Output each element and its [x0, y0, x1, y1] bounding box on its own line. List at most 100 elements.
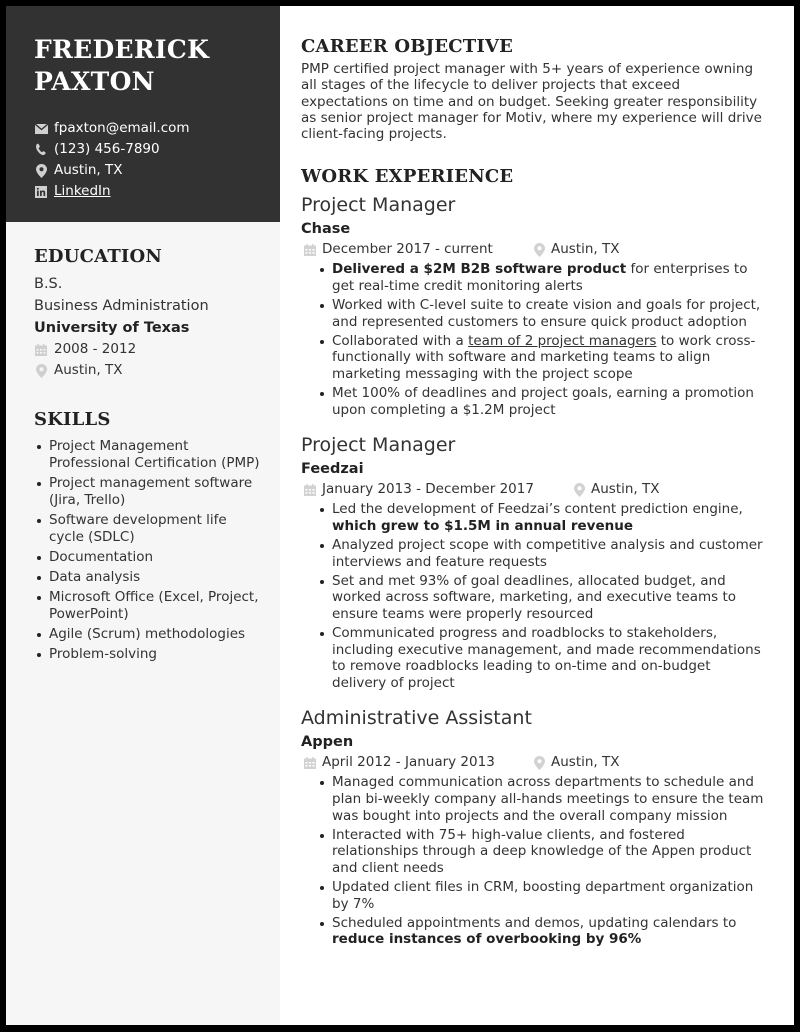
skill-item: Project management software (Jira, Trell…	[37, 475, 262, 509]
job-dates: January 2013 - December 2017	[322, 481, 534, 498]
header-panel: FREDERICK PAXTON fpaxton@email.com (123)…	[6, 6, 280, 222]
job-bullets: Managed communication across departments…	[301, 774, 766, 947]
bullet-text: Set and met 93% of goal deadlines, alloc…	[332, 572, 736, 622]
job-bullet: Interacted with 75+ high-value clients, …	[320, 826, 766, 877]
job-title: Project Manager	[301, 194, 456, 217]
map-pin-icon	[34, 363, 48, 378]
linkedin-link[interactable]: LinkedIn	[54, 181, 111, 202]
contact-location: Austin, TX	[34, 160, 280, 181]
map-pin-icon	[532, 755, 546, 770]
education-major: Business Administration	[34, 298, 209, 314]
job-bullet: Analyzed project scope with competitive …	[320, 537, 766, 570]
bullet-link[interactable]: team of 2 project managers	[468, 333, 656, 349]
job-meta: April 2012 - January 2013 Austin, TX	[303, 752, 766, 773]
linkedin-icon	[34, 185, 48, 199]
job-meta: January 2013 - December 2017 Austin, TX	[303, 479, 766, 500]
bullet-text: Updated client files in CRM, boosting de…	[332, 878, 754, 912]
resume-page: FREDERICK PAXTON fpaxton@email.com (123)…	[6, 6, 794, 1025]
bullet-text: Worked with C-level suite to create visi…	[332, 297, 761, 330]
bullet-text: Collaborated with a	[332, 332, 469, 349]
map-pin-icon	[572, 482, 586, 497]
objective-text: PMP certified project manager with 5+ ye…	[301, 61, 762, 143]
jobs-list: Project Manager Chase December 2017 - curr…	[301, 193, 766, 947]
skills-heading: SKILLS	[34, 409, 111, 430]
bullet-text: Managed communication across departments…	[332, 774, 764, 824]
job-bullet: Communicated progress and roadblocks to …	[320, 624, 766, 691]
bullet-text: Analyzed project scope with competitive …	[332, 537, 763, 570]
job-location: Austin, TX	[532, 752, 620, 773]
job-bullet: Scheduled appointments and demos, updati…	[320, 914, 766, 948]
sidebar: FREDERICK PAXTON fpaxton@email.com (123)…	[6, 6, 280, 1025]
education-heading: EDUCATION	[34, 246, 163, 267]
education-school: University of Texas	[34, 320, 190, 336]
skill-item: Documentation	[37, 549, 262, 566]
skills-list: Project Management Professional Certific…	[34, 438, 262, 663]
skill-item: Agile (Scrum) methodologies	[37, 626, 262, 643]
work-experience-heading: WORK EXPERIENCE	[301, 166, 514, 188]
bullet-highlight: reduce instances of overbooking by 96%	[332, 931, 642, 948]
objective-section: CAREER OBJECTIVE PMP certified project m…	[301, 36, 766, 142]
job-bullet: Set and met 93% of goal deadlines, alloc…	[320, 572, 766, 623]
name-first: FREDERICK	[34, 35, 210, 64]
job-title: Administrative Assistant	[301, 707, 532, 730]
calendar-icon	[303, 243, 317, 257]
contact-linkedin: LinkedIn	[34, 181, 280, 202]
education-dates-text: 2008 - 2012	[54, 341, 137, 357]
job-location-text: Austin, TX	[591, 481, 660, 498]
education-location-text: Austin, TX	[54, 362, 123, 378]
main-content: CAREER OBJECTIVE PMP certified project m…	[280, 6, 794, 1025]
job-bullet: Met 100% of deadlines and project goals,…	[320, 385, 766, 418]
job-company: Chase	[301, 221, 351, 238]
job-bullet: Collaborated with a team of 2 project ma…	[320, 332, 766, 383]
job-location: Austin, TX	[532, 239, 620, 260]
location-text: Austin, TX	[54, 162, 123, 178]
work-experience-section: WORK EXPERIENCE Project Manager Chase Dece…	[301, 166, 766, 947]
contact-email: fpaxton@email.com	[34, 118, 280, 139]
job-location-text: Austin, TX	[551, 754, 620, 771]
job-bullets: Led the development of Feedzai’s content…	[301, 501, 766, 691]
name-last: PAXTON	[34, 67, 155, 96]
job-entry: Project Manager Feedzai January 2013 - Dec…	[301, 433, 766, 691]
skill-item: Microsoft Office (Excel, Project, PowerP…	[37, 589, 262, 623]
job-entry: Administrative Assistant Appen April 2012 …	[301, 706, 766, 947]
education-section: EDUCATION B.S. Business Administration U…	[34, 246, 262, 381]
skill-item: Project Management Professional Certific…	[37, 438, 262, 472]
job-location: Austin, TX	[572, 479, 660, 500]
bullet-highlight: Delivered a $2M B2B software product	[332, 261, 627, 278]
job-bullet: Delivered a $2M B2B software product for…	[320, 261, 766, 294]
email-text[interactable]: fpaxton@email.com	[54, 118, 190, 139]
job-bullet: Updated client files in CRM, boosting de…	[320, 878, 766, 912]
education-dates: 2008 - 2012	[34, 339, 262, 360]
job-bullet: Worked with C-level suite to create visi…	[320, 297, 766, 330]
bullet-text: Interacted with 75+ high-value clients, …	[332, 826, 752, 876]
bullet-text: Scheduled appointments and demos, updati…	[332, 914, 737, 931]
bullet-text: Met 100% of deadlines and project goals,…	[332, 385, 754, 418]
job-location-text: Austin, TX	[551, 241, 620, 258]
envelope-icon	[34, 122, 48, 136]
job-bullet: Managed communication across departments…	[320, 774, 766, 824]
map-pin-icon	[34, 163, 48, 178]
bullet-text: Led the development of Feedzai’s content…	[332, 501, 743, 518]
phone-text[interactable]: (123) 456-7890	[54, 139, 160, 160]
phone-icon	[34, 143, 48, 157]
skill-item: Data analysis	[37, 569, 262, 586]
bullet-text: Communicated progress and roadblocks to …	[332, 624, 761, 691]
bullet-highlight: which grew to $1.5M in annual revenue	[332, 517, 634, 534]
skills-section: SKILLS Project Management Professional C…	[34, 409, 262, 663]
contact-phone: (123) 456-7890	[34, 139, 280, 160]
job-bullet: Led the development of Feedzai’s content…	[320, 501, 766, 534]
objective-heading: CAREER OBJECTIVE	[301, 36, 514, 57]
skill-item: Software development life cycle (SDLC)	[37, 512, 262, 546]
education-location: Austin, TX	[34, 360, 262, 381]
job-entry: Project Manager Chase December 2017 - curr…	[301, 193, 766, 418]
job-title: Project Manager	[301, 434, 456, 457]
job-dates: April 2012 - January 2013	[322, 754, 495, 771]
job-meta: December 2017 - current Austin, TX	[303, 239, 766, 260]
job-company: Appen	[301, 734, 354, 751]
map-pin-icon	[532, 242, 546, 257]
job-bullets: Delivered a $2M B2B software product for…	[301, 261, 766, 418]
sidebar-body: EDUCATION B.S. Business Administration U…	[6, 246, 280, 663]
education-degree: B.S.	[34, 276, 63, 292]
job-company: Feedzai	[301, 461, 364, 478]
job-dates: December 2017 - current	[322, 241, 493, 258]
